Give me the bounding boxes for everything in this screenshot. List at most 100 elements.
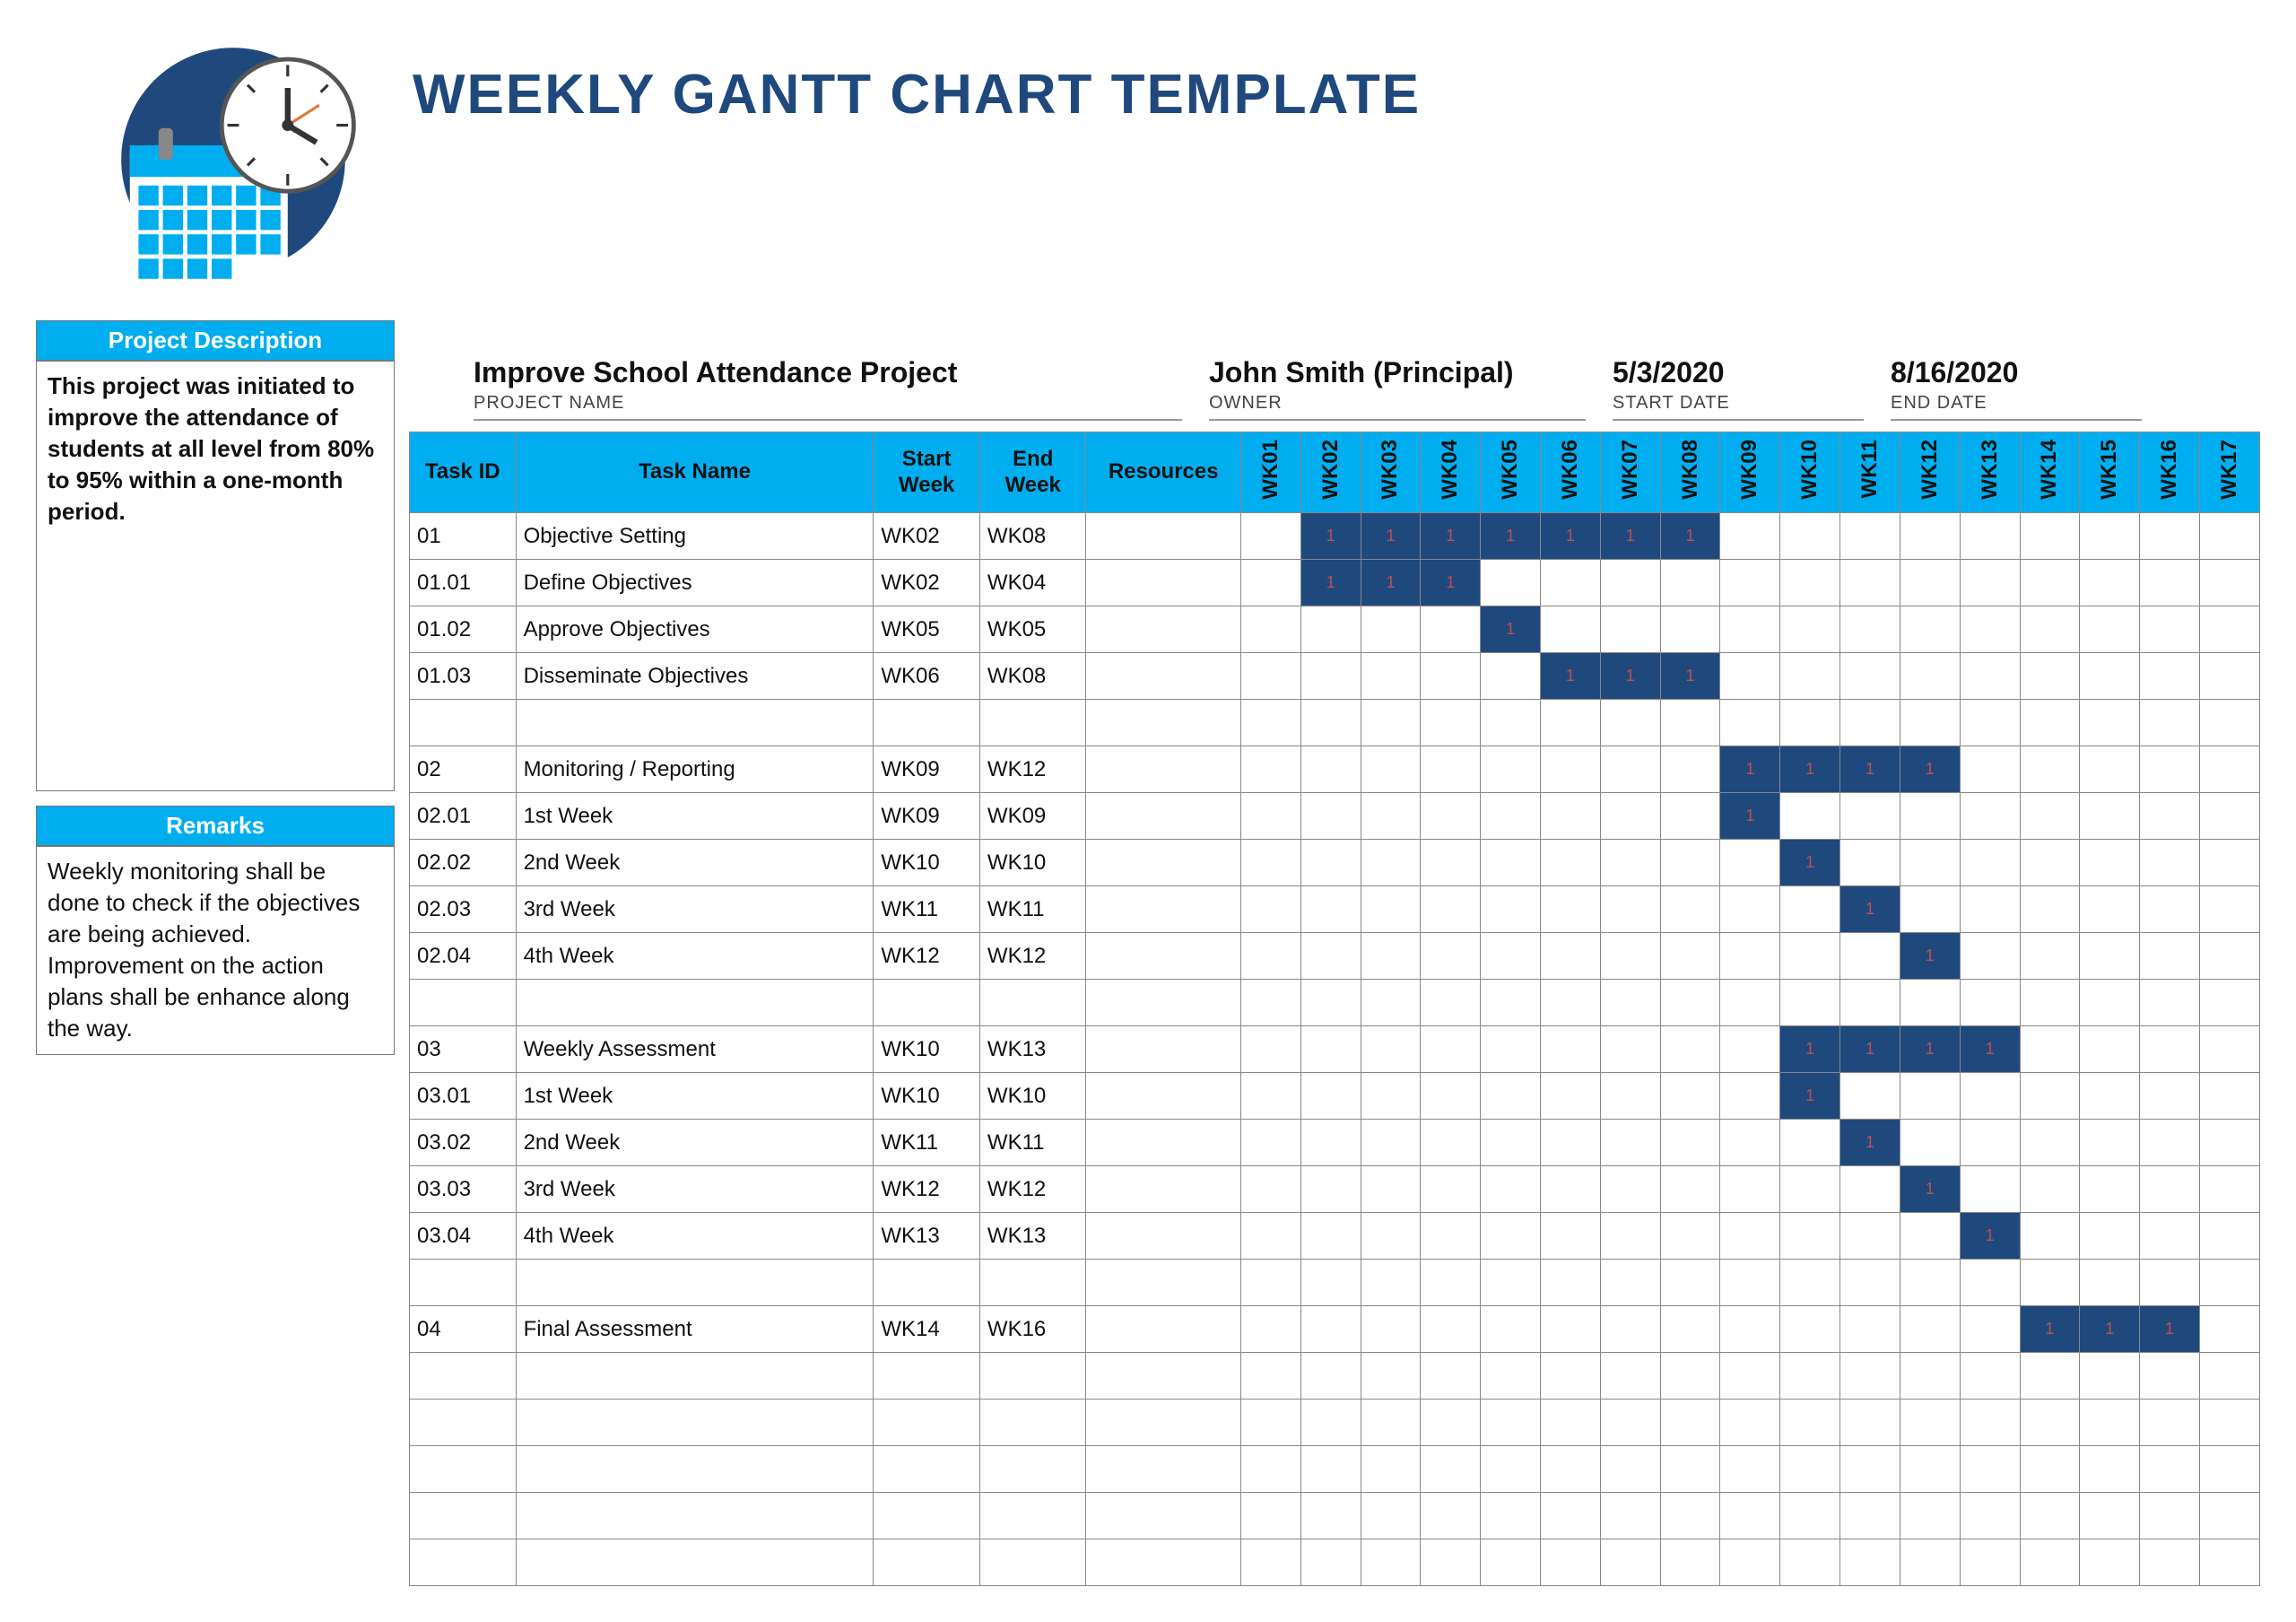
table-row: 02.011st WeekWK09WK091 bbox=[410, 793, 2260, 840]
cell-week bbox=[1660, 1120, 1720, 1166]
cell-week bbox=[1421, 653, 1481, 700]
cell-week bbox=[2199, 1400, 2259, 1446]
cell-week: 1 bbox=[1541, 513, 1601, 560]
gantt-bar: 1 bbox=[1780, 1026, 1839, 1072]
col-week: WK04 bbox=[1421, 432, 1481, 513]
cell-week bbox=[1300, 1260, 1361, 1306]
cell-week bbox=[1300, 886, 1361, 933]
cell-start-week bbox=[874, 1539, 980, 1586]
cell-week bbox=[2140, 560, 2200, 606]
cell-week bbox=[2199, 1493, 2259, 1539]
cell-week bbox=[1720, 886, 1780, 933]
cell-start-week: WK11 bbox=[874, 1120, 980, 1166]
table-row bbox=[410, 700, 2260, 746]
cell-task-name: 4th Week bbox=[516, 1213, 874, 1260]
cell-week bbox=[2199, 1446, 2259, 1493]
page-title: WEEKLY GANTT CHART TEMPLATE bbox=[413, 63, 1421, 126]
col-week: WK11 bbox=[1840, 432, 1900, 513]
cell-week bbox=[1361, 746, 1421, 793]
cell-week bbox=[1541, 606, 1601, 653]
cell-week bbox=[1240, 560, 1300, 606]
cell-task-name: Final Assessment bbox=[516, 1306, 874, 1353]
cell-resources bbox=[1086, 933, 1240, 980]
cell-week bbox=[2020, 1400, 2080, 1446]
cell-week bbox=[2020, 980, 2080, 1026]
gantt-bar: 1 bbox=[1301, 560, 1361, 606]
cell-week bbox=[1960, 1073, 2020, 1120]
cell-week bbox=[1840, 933, 1900, 980]
cell-week bbox=[1960, 1166, 2020, 1213]
col-resources: Resources bbox=[1086, 432, 1240, 513]
gantt-bar: 1 bbox=[2140, 1306, 2199, 1352]
cell-week bbox=[1541, 560, 1601, 606]
cell-week bbox=[1780, 1353, 1840, 1400]
cell-week bbox=[2080, 1120, 2140, 1166]
table-row: 02.022nd WeekWK10WK101 bbox=[410, 840, 2260, 886]
cell-week bbox=[1600, 1493, 1660, 1539]
cell-week bbox=[1600, 1446, 1660, 1493]
cell-week bbox=[1660, 1213, 1720, 1260]
cell-week bbox=[1300, 606, 1361, 653]
cell-week bbox=[1240, 886, 1300, 933]
cell-end-week: WK12 bbox=[979, 746, 1086, 793]
cell-week bbox=[1361, 1120, 1421, 1166]
meta-project-name: Improve School Attendance Project PROJEC… bbox=[474, 356, 1182, 421]
cell-week bbox=[1900, 1306, 1960, 1353]
cell-week bbox=[1541, 1400, 1601, 1446]
cell-week bbox=[1481, 653, 1541, 700]
cell-week bbox=[1481, 746, 1541, 793]
cell-week bbox=[1840, 606, 1900, 653]
cell-week bbox=[1840, 1166, 1900, 1213]
cell-week bbox=[1720, 1073, 1780, 1120]
cell-week: 1 bbox=[1840, 1026, 1900, 1073]
cell-week bbox=[1541, 1073, 1601, 1120]
cell-week bbox=[1900, 560, 1960, 606]
cell-week bbox=[1660, 1539, 1720, 1586]
cell-task-id bbox=[410, 1400, 517, 1446]
cell-resources bbox=[1086, 1400, 1240, 1446]
cell-week bbox=[1300, 1166, 1361, 1213]
cell-week bbox=[1840, 1073, 1900, 1120]
cell-week bbox=[1780, 1446, 1840, 1493]
cell-week bbox=[2080, 560, 2140, 606]
cell-week bbox=[2080, 980, 2140, 1026]
cell-week: 1 bbox=[1840, 1120, 1900, 1166]
cell-week bbox=[1900, 1493, 1960, 1539]
col-week: WK16 bbox=[2140, 432, 2200, 513]
cell-week bbox=[2020, 700, 2080, 746]
cell-week bbox=[1660, 1073, 1720, 1120]
cell-week bbox=[2020, 513, 2080, 560]
cell-week bbox=[1361, 1166, 1421, 1213]
cell-task-name: 2nd Week bbox=[516, 1120, 874, 1166]
cell-week bbox=[2199, 653, 2259, 700]
table-row: 04Final AssessmentWK14WK16111 bbox=[410, 1306, 2260, 1353]
cell-week bbox=[2020, 1120, 2080, 1166]
table-row bbox=[410, 1493, 2260, 1539]
cell-week bbox=[1541, 886, 1601, 933]
cell-week bbox=[1481, 1446, 1541, 1493]
cell-week bbox=[1600, 1213, 1660, 1260]
cell-week bbox=[1361, 1073, 1421, 1120]
cell-start-week: WK09 bbox=[874, 793, 980, 840]
gantt-bar: 1 bbox=[1780, 1073, 1839, 1119]
cell-week bbox=[2199, 560, 2259, 606]
cell-task-id: 02.01 bbox=[410, 793, 517, 840]
cell-week bbox=[1720, 1539, 1780, 1586]
cell-week bbox=[1720, 1446, 1780, 1493]
cell-end-week: WK08 bbox=[979, 513, 1086, 560]
cell-week bbox=[1361, 1306, 1421, 1353]
cell-week bbox=[1900, 1260, 1960, 1306]
col-week: WK02 bbox=[1300, 432, 1361, 513]
cell-task-id bbox=[410, 1539, 517, 1586]
cell-end-week bbox=[979, 1539, 1086, 1586]
cell-week: 1 bbox=[1720, 746, 1780, 793]
cell-start-week bbox=[874, 1400, 980, 1446]
cell-week bbox=[1361, 933, 1421, 980]
cell-task-id bbox=[410, 700, 517, 746]
cell-week bbox=[1421, 1213, 1481, 1260]
cell-week bbox=[1481, 560, 1541, 606]
cell-week bbox=[1900, 1539, 1960, 1586]
col-end-week: EndWeek bbox=[979, 432, 1086, 513]
cell-end-week: WK10 bbox=[979, 840, 1086, 886]
cell-week bbox=[1300, 1306, 1361, 1353]
